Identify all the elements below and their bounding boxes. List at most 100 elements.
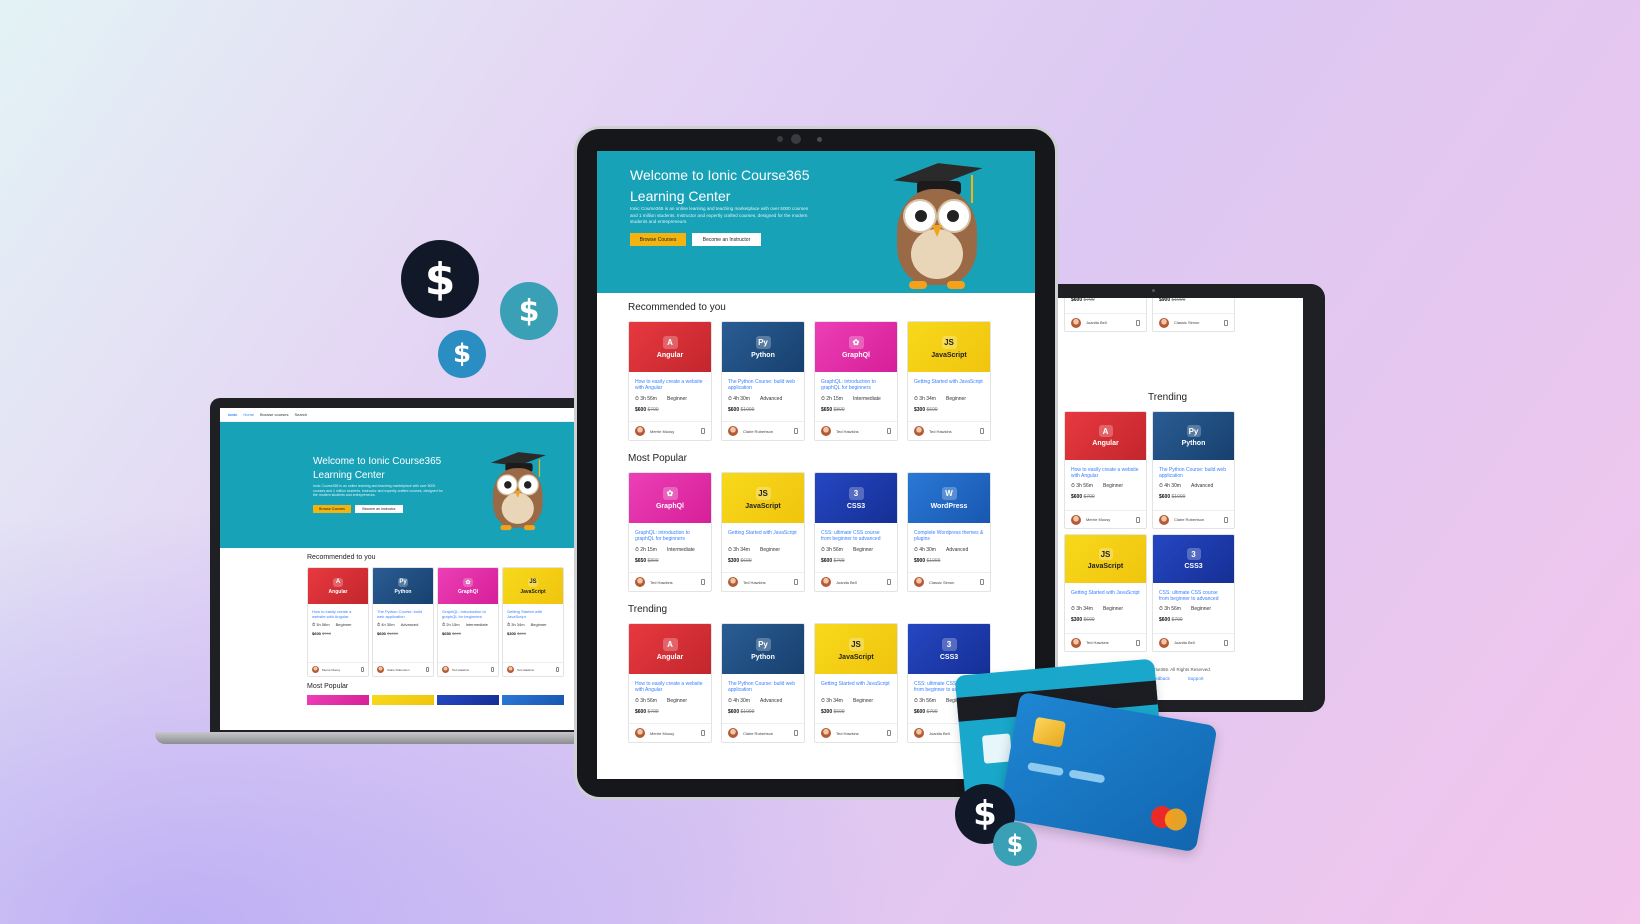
course-card-angular[interactable]: A Angular How to easily create a website w… [628,623,712,743]
course-price: $600 $799 [1065,298,1146,303]
course-card-css3[interactable]: 3CSS3CSS: ultimate CSS course from begin… [1064,298,1147,332]
course-title-link[interactable]: Complete Wordpress themes & plugins [908,523,990,543]
course-card-wordpress[interactable]: WWordPressComplete Wordpress themes & pl… [1152,298,1235,332]
price-old: $899 [833,407,845,413]
bookmark-icon[interactable] [1136,516,1140,523]
course-footer: Ted Hawkins [815,421,897,440]
course-title-link[interactable]: CSS: ultimate CSS course from beginner t… [815,523,897,543]
browse-courses-button[interactable]: Browse Courses [313,505,351,513]
course-card-graphql[interactable]: ✿ GraphQl GraphQL: introduction to graphQL… [437,567,499,677]
author-name[interactable]: Claire Robertson [1174,517,1204,522]
author-name[interactable]: Juanita Bell [929,731,950,736]
author-name[interactable]: Classic Simon [929,580,954,585]
course-title-link[interactable]: Getting Started with JavaScript [908,372,990,392]
price-old: $799 [1083,298,1095,303]
course-card-graphql[interactable]: ✿ GraphQl GraphQL: introduction to graphQL… [814,321,898,441]
author-name[interactable]: Classic Simon [1174,320,1199,325]
bookmark-icon[interactable] [1224,516,1228,523]
course-title-link[interactable]: GraphQL: introduction to graphQL for beg… [629,523,711,543]
author-name[interactable]: Ted Hawkins [1086,640,1109,645]
author-name[interactable]: Ted Hawkins [743,580,766,585]
course-price: $650 $899 [629,553,711,564]
course-title-link[interactable]: How to easily create a website with Angu… [629,372,711,392]
bookmark-icon[interactable] [556,667,559,672]
course-title-link[interactable]: GraphQL: introduction to graphQL for beg… [815,372,897,392]
bookmark-icon[interactable] [361,667,364,672]
course-title-link[interactable]: How to easily create a website with Angu… [1065,460,1146,480]
course-card-javascript[interactable]: JS JavaScript Getting Started with JavaScr… [721,472,805,592]
course-card-javascript[interactable]: JS JavaScript Getting Started with JavaScr… [907,321,991,441]
avatar [821,728,831,738]
course-title-link[interactable]: Getting Started with JavaScript [1065,583,1146,603]
course-title-link[interactable]: GraphQL: introduction to graphQL for beg… [438,604,498,619]
author-name[interactable]: Ted Hawkins [929,429,952,434]
course-title-link[interactable]: The Python Course: build web application [722,372,804,392]
author-name[interactable]: Claire Robertson [743,429,773,434]
course-card-css3[interactable]: 3CSS3CSS: ultimate CSS course from begin… [1152,534,1235,652]
become-instructor-button[interactable]: Become an Instructor [692,233,761,246]
author-name[interactable]: Claire Robertson [743,731,773,736]
author-name[interactable]: Juanita Bell [836,580,857,585]
author-name[interactable]: Merrie Moosy [650,731,674,736]
course-title-link[interactable]: The Python Course: build web application [373,604,433,619]
course-card-angular[interactable]: A Angular How to easily create a website w… [628,321,712,441]
course-card-angular[interactable]: A Angular How to easily create a website w… [1064,411,1147,529]
bookmark-icon[interactable] [794,579,798,585]
python-icon: Py [755,637,771,651]
bookmark-icon[interactable] [1136,319,1140,326]
bookmark-icon[interactable] [1136,639,1140,646]
nav-search[interactable]: Search [294,412,307,417]
course-tech: JavaScript [745,502,781,510]
author-name[interactable]: Merrie Moosy [1086,517,1110,522]
course-card-css3[interactable]: 3CSS3CSS: ultimate CSS course from begin… [814,472,898,592]
author-name[interactable]: Ted Hawkins [452,668,469,672]
bookmark-icon[interactable] [1224,639,1228,646]
bookmark-icon[interactable] [794,428,798,434]
author-name[interactable]: Merrie Moosy [650,429,674,434]
author-name[interactable]: Ted Hawkins [836,731,859,736]
browse-courses-button[interactable]: Browse Courses [630,233,686,246]
course-card-python[interactable]: Py Python The Python Course: build web app… [1152,411,1235,529]
bookmark-icon[interactable] [794,730,798,736]
nav-home[interactable]: Home [243,412,254,417]
course-title-link[interactable]: The Python Course: build web application [1153,460,1234,480]
course-card-javascript[interactable]: JS JavaScript Getting Started with JavaScr… [502,567,564,677]
course-title-link[interactable]: How to easily create a website with Angu… [629,674,711,694]
brand-logo[interactable]: ionic [228,412,237,417]
footer-link-support[interactable]: Support [1188,676,1204,681]
bookmark-icon[interactable] [887,579,891,585]
course-title-link[interactable]: Getting Started with JavaScript [503,604,563,619]
course-title-link[interactable]: CSS: ultimate CSS course from beginner t… [1153,583,1234,603]
nav-browse[interactable]: Browse courses [260,412,288,417]
author-name[interactable]: Ted Hawkins [836,429,859,434]
course-card-python[interactable]: Py Python The Python Course: build web app… [372,567,434,677]
author-name[interactable]: Merrie Moosy [322,668,340,672]
course-title-link[interactable]: Getting Started with JavaScript [815,674,897,694]
course-title-link[interactable]: How to easily create a website with Angu… [308,604,368,619]
author-name[interactable]: Ted Hawkins [517,668,534,672]
author-name[interactable]: Juanita Bell [1086,320,1107,325]
course-card-python[interactable]: Py Python The Python Course: build web app… [721,623,805,743]
author-name[interactable]: Ted Hawkins [650,580,673,585]
bookmark-icon[interactable] [701,579,705,585]
author-name[interactable]: Juanita Bell [1174,640,1195,645]
bookmark-icon[interactable] [1224,319,1228,326]
bookmark-icon[interactable] [980,579,984,585]
course-title-link[interactable]: Getting Started with JavaScript [722,523,804,543]
bookmark-icon[interactable] [701,730,705,736]
course-card-angular[interactable]: A Angular How to easily create a website w… [307,567,369,677]
bookmark-icon[interactable] [887,428,891,434]
course-card-python[interactable]: Py Python The Python Course: build web app… [721,321,805,441]
bookmark-icon[interactable] [426,667,429,672]
bookmark-icon[interactable] [887,730,891,736]
course-card-javascript[interactable]: JS JavaScript Getting Started with JavaScr… [1064,534,1147,652]
course-title-link[interactable]: The Python Course: build web application [722,674,804,694]
become-instructor-button[interactable]: Become an Instructor [355,505,403,513]
author-name[interactable]: Claire Robertson [387,668,410,672]
course-card-graphql[interactable]: ✿ GraphQl GraphQL: introduction to graphQL… [628,472,712,592]
course-card-javascript[interactable]: JS JavaScript Getting Started with JavaScr… [814,623,898,743]
course-card-wordpress[interactable]: WWordPressComplete Wordpress themes & pl… [907,472,991,592]
bookmark-icon[interactable] [491,667,494,672]
bookmark-icon[interactable] [980,428,984,434]
bookmark-icon[interactable] [701,428,705,434]
